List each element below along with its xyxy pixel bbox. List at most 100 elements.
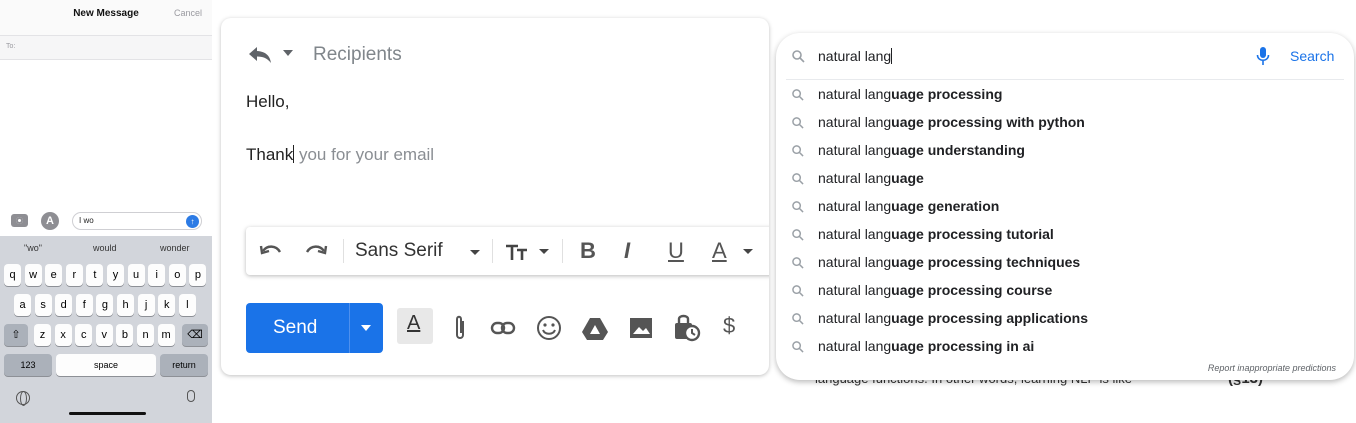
- compose-bar: A I wo ↑: [0, 206, 212, 234]
- key-e[interactable]: e: [45, 264, 63, 286]
- dictation-mic-icon[interactable]: [187, 390, 195, 402]
- text-size-dropdown-icon[interactable]: [539, 249, 549, 254]
- redo-icon[interactable]: [303, 239, 329, 263]
- suggestion-item[interactable]: natural language generation: [776, 193, 1354, 221]
- text-color-icon[interactable]: A: [712, 239, 727, 263]
- key-k[interactable]: k: [158, 294, 176, 316]
- suggestion-item[interactable]: natural language understanding: [776, 137, 1354, 165]
- key-g[interactable]: g: [96, 294, 114, 316]
- formatting-options-button[interactable]: A: [397, 308, 433, 344]
- search-input[interactable]: natural lang: [818, 48, 893, 64]
- search-icon: [792, 313, 804, 325]
- key-i[interactable]: i: [148, 264, 166, 286]
- italic-icon[interactable]: I: [624, 239, 630, 263]
- key-m[interactable]: m: [157, 324, 175, 346]
- suggestion-text: natural language processing tutorial: [818, 226, 1054, 242]
- insert-photo-icon[interactable]: [627, 313, 655, 343]
- voice-search-icon[interactable]: [1256, 46, 1270, 66]
- prediction-3[interactable]: wonder: [160, 243, 190, 253]
- message-input-text: I wo: [79, 216, 94, 225]
- recipients-field[interactable]: Recipients: [313, 44, 402, 66]
- font-dropdown-icon[interactable]: [470, 250, 480, 255]
- reply-icon[interactable]: [247, 45, 273, 65]
- suggestion-text: natural language processing with python: [818, 114, 1085, 130]
- home-indicator: [69, 412, 146, 415]
- key-o[interactable]: o: [168, 264, 186, 286]
- text-cursor: [891, 48, 893, 64]
- key-f[interactable]: f: [75, 294, 93, 316]
- key-x[interactable]: x: [54, 324, 72, 346]
- suggestion-item[interactable]: natural language processing tutorial: [776, 221, 1354, 249]
- suggestion-item[interactable]: natural language processing: [776, 81, 1354, 109]
- globe-icon[interactable]: [16, 391, 30, 406]
- space-key[interactable]: space: [56, 354, 156, 376]
- to-field[interactable]: To:: [0, 36, 212, 60]
- underline-icon[interactable]: U: [668, 239, 684, 263]
- suggestion-item[interactable]: natural language processing course: [776, 277, 1354, 305]
- send-label: Send: [273, 317, 318, 338]
- search-icon: [792, 341, 804, 353]
- text-color-dropdown-icon[interactable]: [743, 249, 753, 254]
- typed-text: Thank: [246, 145, 294, 164]
- key-a[interactable]: a: [14, 294, 31, 316]
- cancel-button[interactable]: Cancel: [174, 8, 202, 18]
- text-size-icon[interactable]: [504, 239, 530, 263]
- reply-type-dropdown-icon[interactable]: [283, 50, 293, 56]
- new-message-header: New Message Cancel: [0, 0, 212, 36]
- prediction-2[interactable]: would: [93, 243, 117, 253]
- suggestion-item[interactable]: natural language: [776, 165, 1354, 193]
- suggestion-text: natural language processing applications: [818, 310, 1088, 326]
- suggestion-item[interactable]: natural language processing applications: [776, 305, 1354, 333]
- camera-icon[interactable]: [11, 214, 28, 227]
- suggestion-text: natural language processing in ai: [818, 338, 1035, 354]
- key-t[interactable]: t: [86, 264, 104, 286]
- search-icon: [792, 50, 805, 63]
- search-button[interactable]: Search: [1290, 48, 1334, 64]
- suggestion-text: natural language processing course: [818, 282, 1053, 298]
- dollar-icon[interactable]: $: [723, 313, 735, 343]
- suggestion-item[interactable]: natural language processing techniques: [776, 249, 1354, 277]
- key-h[interactable]: h: [117, 294, 134, 316]
- key-v[interactable]: v: [95, 324, 113, 346]
- key-j[interactable]: j: [137, 294, 155, 316]
- key-d[interactable]: d: [55, 294, 73, 316]
- message-body[interactable]: Thank you for your email: [246, 145, 434, 165]
- prediction-1[interactable]: "wo": [24, 243, 42, 253]
- key-z[interactable]: z: [34, 324, 51, 346]
- key-b[interactable]: b: [116, 324, 134, 346]
- to-label: To:: [6, 43, 16, 50]
- undo-icon[interactable]: [258, 239, 284, 263]
- key-s[interactable]: s: [34, 294, 52, 316]
- message-input[interactable]: I wo ↑: [72, 212, 202, 230]
- suggestion-item[interactable]: natural language processing in ai: [776, 333, 1354, 361]
- report-predictions-link[interactable]: Report inappropriate predictions: [1208, 363, 1336, 373]
- key-n[interactable]: n: [137, 324, 154, 346]
- return-key[interactable]: return: [160, 354, 208, 376]
- send-button[interactable]: Send: [246, 303, 383, 353]
- key-p[interactable]: p: [189, 264, 207, 286]
- key-w[interactable]: w: [24, 264, 42, 286]
- confidential-mode-icon[interactable]: [672, 313, 702, 343]
- send-options-dropdown-icon[interactable]: [361, 325, 371, 331]
- attach-file-icon[interactable]: [449, 313, 471, 343]
- shift-key-icon[interactable]: ⇧: [4, 324, 28, 346]
- insert-link-icon[interactable]: [489, 313, 517, 343]
- key-u[interactable]: u: [127, 264, 145, 286]
- search-icon: [792, 89, 804, 101]
- numbers-key[interactable]: 123: [4, 354, 52, 376]
- search-icon: [792, 173, 804, 185]
- delete-key-icon[interactable]: ⌫: [182, 324, 208, 346]
- key-r[interactable]: r: [65, 264, 83, 286]
- suggestion-item[interactable]: natural language processing with python: [776, 109, 1354, 137]
- suggestion-text: natural language processing: [818, 86, 1003, 102]
- font-family-selector[interactable]: Sans Serif: [355, 240, 443, 262]
- app-store-icon[interactable]: A: [41, 212, 59, 230]
- key-q[interactable]: q: [4, 264, 21, 286]
- key-l[interactable]: l: [178, 294, 196, 316]
- insert-emoji-icon[interactable]: [535, 313, 563, 343]
- key-c[interactable]: c: [75, 324, 93, 346]
- send-arrow-icon[interactable]: ↑: [186, 215, 199, 228]
- bold-icon[interactable]: B: [580, 239, 596, 263]
- google-drive-icon[interactable]: [581, 313, 609, 343]
- key-y[interactable]: y: [107, 264, 124, 286]
